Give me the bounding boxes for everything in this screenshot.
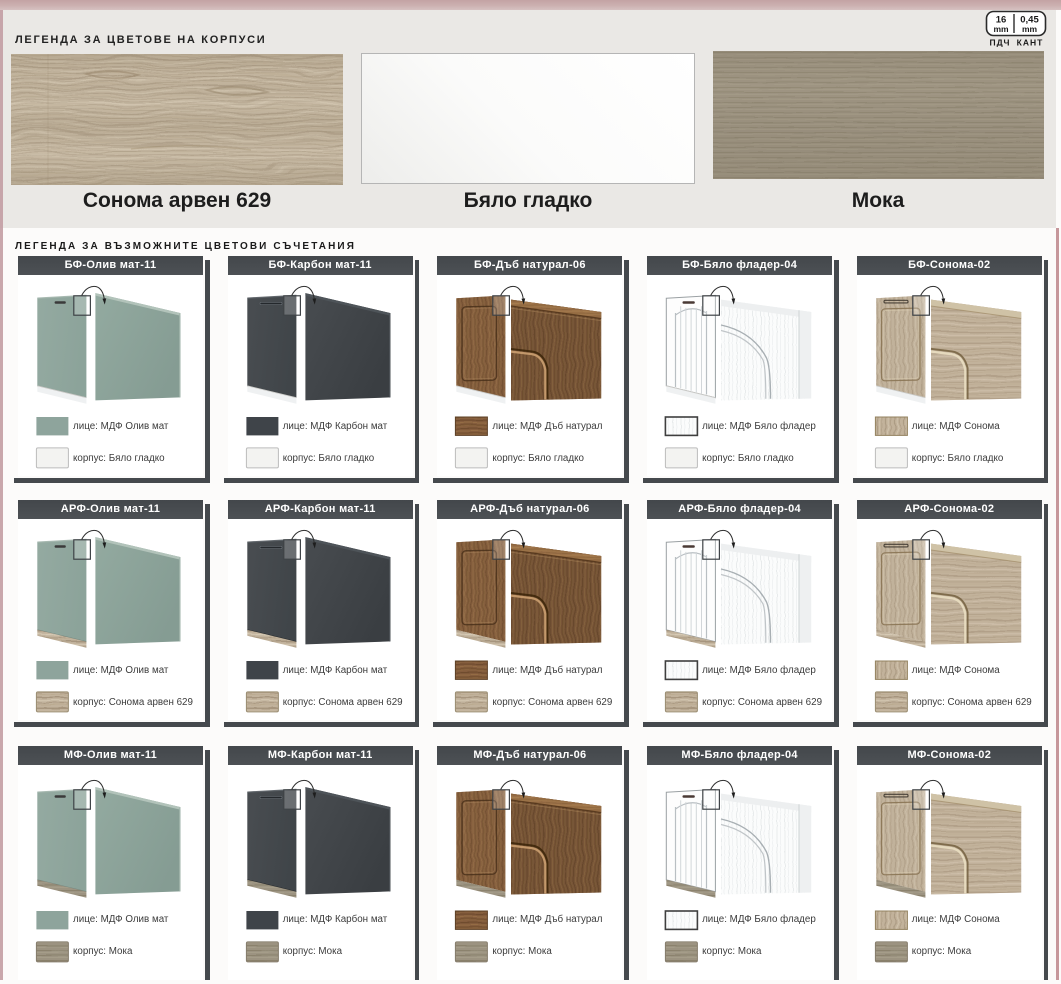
svg-text:ПДЧ: ПДЧ — [989, 38, 1010, 48]
svg-text:КАНТ: КАНТ — [1017, 38, 1044, 48]
svg-text:mm: mm — [1022, 24, 1038, 34]
svg-text:mm: mm — [993, 24, 1009, 34]
